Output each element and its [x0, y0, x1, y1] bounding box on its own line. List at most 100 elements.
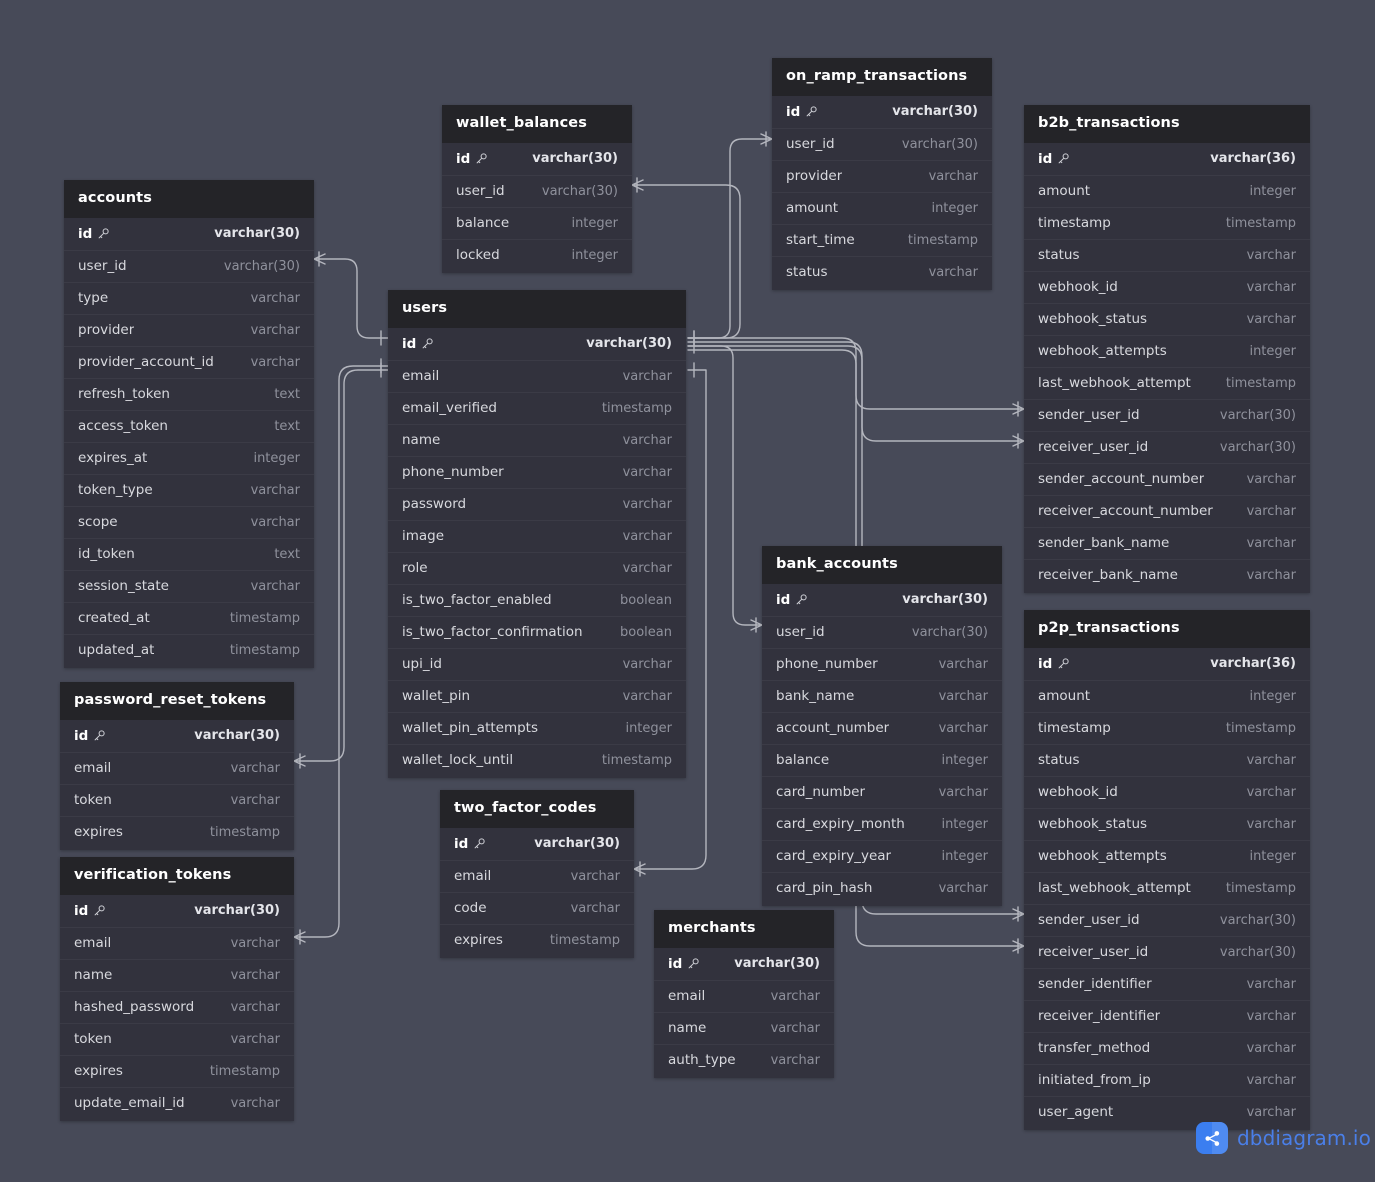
- dbdiagram-watermark[interactable]: dbdiagram.io: [1196, 1122, 1371, 1154]
- field-row[interactable]: id_token text: [64, 537, 314, 570]
- field-row[interactable]: user_id varchar(30): [64, 249, 314, 282]
- field-row[interactable]: sender_user_id varchar(30): [1024, 903, 1310, 936]
- table-header-password_reset_tokens[interactable]: password_reset_tokens: [60, 682, 294, 720]
- field-row[interactable]: id varchar(36): [1024, 648, 1310, 680]
- field-row[interactable]: token varchar: [60, 783, 294, 816]
- field-row[interactable]: webhook_status varchar: [1024, 302, 1310, 335]
- field-row[interactable]: name varchar: [654, 1011, 834, 1044]
- field-row[interactable]: refresh_token text: [64, 377, 314, 410]
- field-row[interactable]: provider varchar: [64, 313, 314, 346]
- field-row[interactable]: user_id varchar(30): [442, 174, 632, 207]
- field-row[interactable]: last_webhook_attempt timestamp: [1024, 366, 1310, 399]
- field-row[interactable]: provider_account_id varchar: [64, 345, 314, 378]
- field-row[interactable]: timestamp timestamp: [1024, 206, 1310, 239]
- field-row[interactable]: status varchar: [1024, 238, 1310, 271]
- field-row[interactable]: initiated_from_ip varchar: [1024, 1063, 1310, 1096]
- table-header-wallet_balances[interactable]: wallet_balances: [442, 105, 632, 143]
- field-row[interactable]: id varchar(30): [64, 218, 314, 250]
- field-row[interactable]: upi_id varchar: [388, 647, 686, 680]
- field-row[interactable]: receiver_account_number varchar: [1024, 494, 1310, 527]
- field-row[interactable]: wallet_pin_attempts integer: [388, 711, 686, 744]
- field-row[interactable]: expires timestamp: [60, 1054, 294, 1087]
- table-accounts[interactable]: accounts id varchar(30) user_id varchar(30) t…: [64, 180, 314, 668]
- field-row[interactable]: id varchar(30): [60, 720, 294, 752]
- field-row[interactable]: start_time timestamp: [772, 223, 992, 256]
- field-row[interactable]: email varchar: [654, 979, 834, 1012]
- field-row[interactable]: id varchar(30): [442, 143, 632, 175]
- table-header-p2p_transactions[interactable]: p2p_transactions: [1024, 610, 1310, 648]
- table-header-accounts[interactable]: accounts: [64, 180, 314, 218]
- field-row[interactable]: card_expiry_year integer: [762, 839, 1002, 872]
- field-row[interactable]: updated_at timestamp: [64, 633, 314, 666]
- table-b2b_transactions[interactable]: b2b_transactions id varchar(36) amount integ…: [1024, 105, 1310, 593]
- table-header-verification_tokens[interactable]: verification_tokens: [60, 857, 294, 895]
- diagram-canvas[interactable]: accounts id varchar(30) user_id varchar(30) t…: [0, 0, 1375, 1182]
- field-row[interactable]: webhook_id varchar: [1024, 270, 1310, 303]
- field-row[interactable]: webhook_attempts integer: [1024, 334, 1310, 367]
- table-two_factor_codes[interactable]: two_factor_codes id varchar(30) email varcha…: [440, 790, 634, 958]
- table-password_reset_tokens[interactable]: password_reset_tokens id varchar(30) email v…: [60, 682, 294, 850]
- field-row[interactable]: hashed_password varchar: [60, 990, 294, 1023]
- field-row[interactable]: webhook_attempts integer: [1024, 839, 1310, 872]
- field-row[interactable]: phone_number varchar: [388, 455, 686, 488]
- field-row[interactable]: email varchar: [60, 926, 294, 959]
- field-row[interactable]: amount integer: [772, 191, 992, 224]
- field-row[interactable]: wallet_lock_until timestamp: [388, 743, 686, 776]
- field-row[interactable]: scope varchar: [64, 505, 314, 538]
- field-row[interactable]: phone_number varchar: [762, 647, 1002, 680]
- table-on_ramp_transactions[interactable]: on_ramp_transactions id varchar(30) user_id…: [772, 58, 992, 290]
- field-row[interactable]: receiver_user_id varchar(30): [1024, 430, 1310, 463]
- field-row[interactable]: bank_name varchar: [762, 679, 1002, 712]
- field-row[interactable]: password varchar: [388, 487, 686, 520]
- field-row[interactable]: id varchar(30): [388, 328, 686, 360]
- field-row[interactable]: receiver_user_id varchar(30): [1024, 935, 1310, 968]
- field-row[interactable]: created_at timestamp: [64, 601, 314, 634]
- field-row[interactable]: code varchar: [440, 891, 634, 924]
- table-wallet_balances[interactable]: wallet_balances id varchar(30) user_id varch…: [442, 105, 632, 273]
- field-row[interactable]: locked integer: [442, 238, 632, 271]
- field-row[interactable]: access_token text: [64, 409, 314, 442]
- field-row[interactable]: is_two_factor_confirmation boolean: [388, 615, 686, 648]
- field-row[interactable]: name varchar: [60, 958, 294, 991]
- field-row[interactable]: auth_type varchar: [654, 1043, 834, 1076]
- field-row[interactable]: receiver_bank_name varchar: [1024, 558, 1310, 591]
- table-users[interactable]: users id varchar(30) email varchar email_veri…: [388, 290, 686, 778]
- field-row[interactable]: card_expiry_month integer: [762, 807, 1002, 840]
- field-row[interactable]: amount integer: [1024, 174, 1310, 207]
- field-row[interactable]: role varchar: [388, 551, 686, 584]
- table-header-bank_accounts[interactable]: bank_accounts: [762, 546, 1002, 584]
- field-row[interactable]: expires_at integer: [64, 441, 314, 474]
- table-header-users[interactable]: users: [388, 290, 686, 328]
- field-row[interactable]: balance integer: [442, 206, 632, 239]
- field-row[interactable]: sender_bank_name varchar: [1024, 526, 1310, 559]
- field-row[interactable]: is_two_factor_enabled boolean: [388, 583, 686, 616]
- field-row[interactable]: card_pin_hash varchar: [762, 871, 1002, 904]
- table-header-merchants[interactable]: merchants: [654, 910, 834, 948]
- field-row[interactable]: last_webhook_attempt timestamp: [1024, 871, 1310, 904]
- field-row[interactable]: transfer_method varchar: [1024, 1031, 1310, 1064]
- field-row[interactable]: email varchar: [440, 859, 634, 892]
- field-row[interactable]: amount integer: [1024, 679, 1310, 712]
- table-bank_accounts[interactable]: bank_accounts id varchar(30) user_id varchar…: [762, 546, 1002, 906]
- table-merchants[interactable]: merchants id varchar(30) email varchar name va…: [654, 910, 834, 1078]
- field-row[interactable]: balance integer: [762, 743, 1002, 776]
- field-row[interactable]: id varchar(30): [60, 895, 294, 927]
- field-row[interactable]: email_verified timestamp: [388, 391, 686, 424]
- field-row[interactable]: account_number varchar: [762, 711, 1002, 744]
- field-row[interactable]: id varchar(36): [1024, 143, 1310, 175]
- field-row[interactable]: update_email_id varchar: [60, 1086, 294, 1119]
- field-row[interactable]: session_state varchar: [64, 569, 314, 602]
- field-row[interactable]: user_id varchar(30): [772, 127, 992, 160]
- field-row[interactable]: receiver_identifier varchar: [1024, 999, 1310, 1032]
- field-row[interactable]: expires timestamp: [440, 923, 634, 956]
- field-row[interactable]: expires timestamp: [60, 815, 294, 848]
- table-header-on_ramp_transactions[interactable]: on_ramp_transactions: [772, 58, 992, 96]
- field-row[interactable]: provider varchar: [772, 159, 992, 192]
- field-row[interactable]: user_id varchar(30): [762, 615, 1002, 648]
- field-row[interactable]: email varchar: [388, 359, 686, 392]
- field-row[interactable]: timestamp timestamp: [1024, 711, 1310, 744]
- field-row[interactable]: type varchar: [64, 281, 314, 314]
- field-row[interactable]: id varchar(30): [654, 948, 834, 980]
- field-row[interactable]: card_number varchar: [762, 775, 1002, 808]
- field-row[interactable]: image varchar: [388, 519, 686, 552]
